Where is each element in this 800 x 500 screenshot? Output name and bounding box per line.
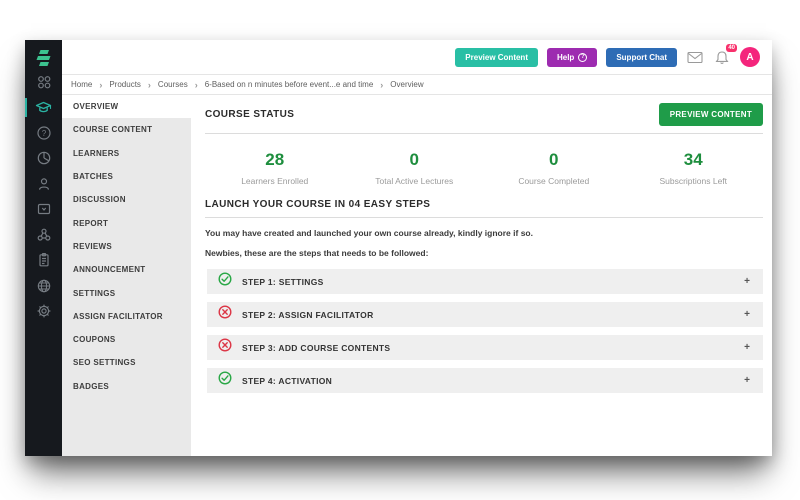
- divider: [205, 133, 763, 134]
- menu-item-discussion[interactable]: DISCUSSION: [62, 188, 191, 211]
- notifications-bell-icon[interactable]: 40: [713, 44, 737, 65]
- step-2-assign-facilitator[interactable]: STEP 2: ASSIGN FACILITATOR +: [207, 302, 763, 327]
- menu-item-learners[interactable]: LEARNERS: [62, 142, 191, 165]
- help-label: Help: [556, 52, 575, 62]
- breadcrumb-course-title[interactable]: 6-Based on n minutes before event...e an…: [205, 80, 374, 89]
- apps-grid-icon[interactable]: [25, 69, 62, 95]
- graduation-cap-icon[interactable]: [25, 95, 62, 121]
- media-card-icon[interactable]: [25, 197, 62, 223]
- expand-plus-icon[interactable]: +: [744, 309, 750, 320]
- preview-content-button[interactable]: Preview Content: [455, 47, 538, 67]
- chevron-right-icon: ›: [380, 79, 384, 90]
- course-stats: 28 Learners Enrolled 0 Total Active Lect…: [205, 150, 763, 186]
- stat-value: 28: [265, 150, 285, 169]
- x-circle-icon: [218, 338, 232, 357]
- menu-item-course-content[interactable]: COURSE CONTENT: [62, 118, 191, 141]
- expand-plus-icon[interactable]: +: [744, 375, 750, 386]
- check-circle-icon: [218, 371, 232, 390]
- course-status-title: COURSE STATUS: [205, 109, 295, 120]
- top-bar: Preview Content Help? Support Chat 40 A: [62, 40, 772, 74]
- menu-item-badges[interactable]: BADGES: [62, 375, 191, 398]
- stat-label: Course Completed: [518, 176, 590, 186]
- question-circle-icon: ?: [578, 52, 588, 62]
- divider: [205, 217, 763, 218]
- menu-item-settings[interactable]: SETTINGS: [62, 281, 191, 304]
- menu-item-reviews[interactable]: REVIEWS: [62, 235, 191, 258]
- stat-course-completed: 0 Course Completed: [484, 150, 624, 186]
- menu-item-coupons[interactable]: COUPONS: [62, 328, 191, 351]
- expand-plus-icon[interactable]: +: [744, 342, 750, 353]
- stat-value: 0: [549, 150, 559, 169]
- step-label: STEP 3: ADD COURSE CONTENTS: [242, 342, 391, 353]
- x-circle-icon: [218, 305, 232, 324]
- step-4-activation[interactable]: STEP 4: ACTIVATION +: [207, 368, 763, 393]
- launch-steps-title: LAUNCH YOUR COURSE IN 04 EASY STEPS: [205, 199, 431, 210]
- menu-item-seo-settings[interactable]: SEO SETTINGS: [62, 351, 191, 374]
- avatar[interactable]: A: [740, 47, 760, 67]
- mail-icon[interactable]: [686, 49, 704, 65]
- stat-label: Total Active Lectures: [375, 176, 454, 186]
- stat-label: Subscriptions Left: [659, 176, 728, 186]
- launch-note-2: Newbies, these are the steps that needs …: [205, 248, 429, 258]
- notification-count-badge: 40: [726, 44, 737, 52]
- support-chat-label: Support Chat: [616, 52, 667, 62]
- clipboard-icon[interactable]: [25, 248, 62, 274]
- chevron-right-icon: ›: [194, 79, 198, 90]
- breadcrumb-courses[interactable]: Courses: [158, 80, 188, 89]
- breadcrumb-overview[interactable]: Overview: [390, 80, 423, 89]
- stat-value: 34: [683, 150, 703, 169]
- menu-item-batches[interactable]: BATCHES: [62, 165, 191, 188]
- step-3-add-course-contents[interactable]: STEP 3: ADD COURSE CONTENTS +: [207, 335, 763, 360]
- gear-icon[interactable]: [25, 299, 62, 325]
- stat-subscriptions-left: 34 Subscriptions Left: [624, 150, 764, 186]
- menu-item-assign-facilitator[interactable]: ASSIGN FACILITATOR: [62, 305, 191, 328]
- share-nodes-icon[interactable]: [25, 222, 62, 248]
- menu-item-report[interactable]: REPORT: [62, 211, 191, 234]
- breadcrumb: Home › Products › Courses › 6-Based on n…: [62, 74, 772, 95]
- stat-label: Learners Enrolled: [241, 176, 309, 186]
- support-chat-button[interactable]: Support Chat: [606, 47, 677, 67]
- stat-value: 0: [409, 150, 419, 169]
- stat-total-active-lectures: 0 Total Active Lectures: [345, 150, 485, 186]
- menu-item-announcement[interactable]: ANNOUNCEMENT: [62, 258, 191, 281]
- help-circle-icon[interactable]: ?: [25, 120, 62, 146]
- help-button[interactable]: Help?: [546, 47, 598, 67]
- app-window: ? Preview Content Help ? Support Chat 40…: [25, 40, 772, 456]
- main-content: COURSE STATUS PREVIEW CONTENT 28 Learner…: [191, 95, 772, 456]
- brand-logo-icon: [34, 47, 54, 69]
- breadcrumb-home[interactable]: Home: [71, 80, 92, 89]
- globe-icon[interactable]: [25, 273, 62, 299]
- svg-text:?: ?: [41, 129, 46, 138]
- launch-note-1: You may have created and launched your o…: [205, 228, 533, 238]
- launch-steps: STEP 1: SETTINGS + STEP 2: ASSIGN FACILI…: [205, 269, 763, 393]
- chevron-right-icon: ›: [99, 79, 103, 90]
- expand-plus-icon[interactable]: +: [744, 276, 750, 287]
- preview-content-label: Preview Content: [465, 52, 528, 62]
- breadcrumb-products[interactable]: Products: [109, 80, 141, 89]
- step-label: STEP 4: ACTIVATION: [242, 375, 333, 386]
- stat-learners-enrolled: 28 Learners Enrolled: [205, 150, 345, 186]
- course-menu: OVERVIEW COURSE CONTENT LEARNERS BATCHES…: [62, 95, 191, 456]
- step-label: STEP 1: SETTINGS: [242, 276, 324, 287]
- step-1-settings[interactable]: STEP 1: SETTINGS +: [207, 269, 763, 294]
- icon-rail: ?: [25, 40, 62, 456]
- check-circle-icon: [218, 272, 232, 291]
- menu-item-overview[interactable]: OVERVIEW: [62, 95, 191, 119]
- chevron-right-icon: ›: [147, 79, 151, 90]
- pie-chart-icon[interactable]: [25, 146, 62, 172]
- preview-content-button-main[interactable]: PREVIEW CONTENT: [658, 103, 763, 126]
- step-label: STEP 2: ASSIGN FACILITATOR: [242, 309, 374, 320]
- user-icon[interactable]: [25, 171, 62, 197]
